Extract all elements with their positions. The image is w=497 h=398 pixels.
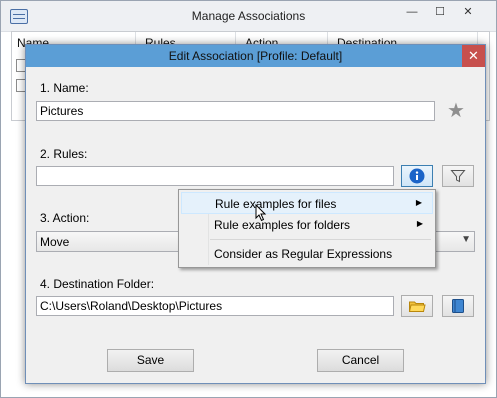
info-icon (409, 168, 425, 184)
minimize-button[interactable]: — (400, 1, 424, 23)
rules-context-menu: Rule examples for files ▶ Rule examples … (178, 189, 436, 268)
menu-item-rule-examples-folders[interactable]: Rule examples for folders ▶ (181, 214, 433, 236)
rules-label: 2. Rules: (40, 147, 88, 161)
mouse-cursor-icon (255, 204, 267, 222)
bookmarks-button[interactable] (442, 295, 474, 317)
dialog-title: Edit Association [Profile: Default] (168, 49, 343, 63)
menu-item-regular-expressions[interactable]: Consider as Regular Expressions (181, 243, 433, 265)
menu-item-label: Rule examples for folders (214, 218, 351, 232)
folder-icon (408, 301, 426, 312)
menu-item-rule-examples-files[interactable]: Rule examples for files ▶ (181, 192, 433, 214)
action-select-value: Move (40, 235, 70, 249)
rules-filter-button[interactable] (442, 165, 474, 187)
dialog-titlebar: Edit Association [Profile: Default] ✕ (26, 45, 485, 67)
parent-close-button[interactable]: ✕ (456, 1, 480, 23)
name-input[interactable] (36, 101, 435, 121)
maximize-button[interactable]: ☐ (428, 1, 452, 23)
menu-item-label: Consider as Regular Expressions (214, 247, 393, 261)
chevron-down-icon: ▼ (461, 234, 471, 245)
destination-label: 4. Destination Folder: (40, 277, 155, 291)
book-icon (452, 299, 464, 313)
browse-folder-button[interactable] (401, 295, 433, 317)
submenu-arrow-icon: ▶ (416, 219, 423, 228)
menu-item-label: Rule examples for files (215, 197, 337, 211)
destination-input[interactable] (36, 296, 394, 316)
save-button[interactable]: Save (107, 349, 194, 372)
star-icon[interactable]: ★ (447, 101, 465, 121)
cancel-button[interactable]: Cancel (317, 349, 404, 372)
name-label: 1. Name: (40, 81, 89, 95)
rules-info-button[interactable] (401, 165, 433, 187)
parent-titlebar: Manage Associations — ☐ ✕ (1, 1, 496, 32)
submenu-arrow-icon: ▶ (415, 198, 422, 207)
filter-icon (450, 170, 466, 183)
action-label: 3. Action: (40, 211, 90, 225)
dialog-close-button[interactable]: ✕ (462, 45, 485, 67)
menu-separator (210, 239, 431, 240)
rules-input[interactable] (36, 166, 394, 186)
